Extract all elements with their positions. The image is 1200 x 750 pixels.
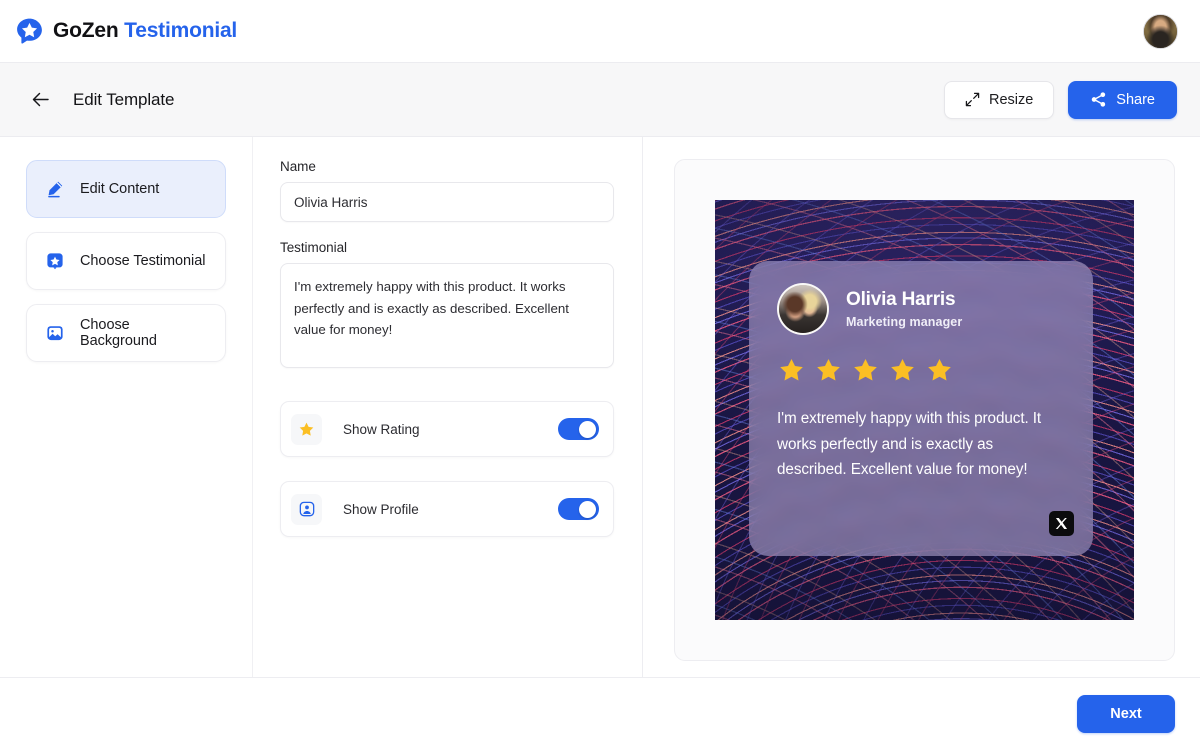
speech-bubble-star-icon	[15, 17, 44, 46]
brand-name-primary: GoZen	[53, 19, 119, 42]
footer-bar: Next	[0, 678, 1200, 750]
arrow-left-icon	[32, 92, 49, 107]
profile-card-icon	[291, 493, 322, 525]
main-content: Edit Content Choose Testimonial Choose B…	[0, 137, 1200, 678]
page-header-actions: Resize Share	[943, 80, 1177, 119]
star-icon	[780, 358, 803, 381]
sidebar-item-label: Choose Testimonial	[80, 253, 206, 269]
editor-sidebar: Edit Content Choose Testimonial Choose B…	[0, 137, 253, 677]
star-icon	[891, 358, 914, 381]
testimonial-author-avatar	[777, 283, 829, 335]
show-profile-row[interactable]: Show Profile	[280, 481, 614, 537]
brand-logo[interactable]: GoZen Testimonial	[15, 17, 237, 46]
page-title: Edit Template	[73, 89, 175, 109]
top-bar: GoZen Testimonial	[0, 0, 1200, 63]
testimonial-textarea[interactable]	[280, 263, 614, 368]
name-field-label: Name	[280, 159, 316, 174]
testimonial-author: Olivia Harris Marketing manager	[777, 283, 1069, 335]
show-profile-toggle[interactable]	[558, 498, 599, 520]
testimonial-quote-card: Olivia Harris Marketing manager I'm extr…	[749, 261, 1093, 556]
share-nodes-icon	[1092, 92, 1106, 107]
testimonial-author-role: Marketing manager	[846, 315, 963, 330]
badge-star-icon	[44, 250, 66, 272]
star-icon	[854, 358, 877, 381]
sidebar-item-choose-background[interactable]: Choose Background	[26, 304, 226, 362]
star-icon	[817, 358, 840, 381]
star-icon	[291, 413, 322, 445]
testimonial-author-name: Olivia Harris	[846, 288, 956, 310]
avatar-image	[1144, 14, 1177, 48]
sidebar-item-edit-content[interactable]: Edit Content	[26, 160, 226, 218]
brand-name: GoZen Testimonial	[53, 19, 237, 43]
x-twitter-icon	[1049, 511, 1074, 536]
show-profile-label: Show Profile	[343, 501, 419, 517]
share-button[interactable]: Share	[1068, 80, 1177, 119]
show-rating-toggle[interactable]	[558, 418, 599, 440]
testimonial-field-label: Testimonial	[280, 240, 347, 255]
user-avatar[interactable]	[1143, 13, 1178, 49]
avatar-image	[779, 285, 827, 333]
testimonial-canvas[interactable]: Olivia Harris Marketing manager I'm extr…	[715, 200, 1134, 620]
page-header-left: Edit Template	[26, 86, 174, 114]
next-button[interactable]: Next	[1077, 695, 1175, 733]
rating-stars	[778, 357, 1069, 384]
show-rating-row[interactable]: Show Rating	[280, 401, 614, 457]
resize-button-label: Resize	[988, 91, 1034, 108]
pencil-edit-icon	[44, 178, 66, 200]
sidebar-item-label: Edit Content	[80, 181, 160, 197]
image-picture-icon	[44, 322, 66, 344]
show-rating-label: Show Rating	[343, 421, 420, 437]
resize-button[interactable]: Resize	[943, 80, 1055, 119]
preview-column: Olivia Harris Marketing manager I'm extr…	[643, 137, 1200, 677]
name-input[interactable]	[280, 182, 614, 222]
toggle-knob	[579, 420, 596, 438]
sidebar-item-choose-testimonial[interactable]: Choose Testimonial	[26, 232, 226, 290]
toggle-knob	[579, 500, 596, 518]
page-header-bar: Edit Template Resize Share	[0, 63, 1200, 137]
brand-name-secondary: Testimonial	[124, 19, 238, 42]
expand-diagonal-icon	[965, 92, 980, 107]
testimonial-quote-text: I'm extremely happy with this product. I…	[777, 410, 1042, 479]
sidebar-item-label: Choose Background	[80, 317, 157, 349]
preview-panel: Olivia Harris Marketing manager I'm extr…	[674, 159, 1175, 661]
share-button-label: Share	[1116, 91, 1155, 108]
testimonial-author-text: Olivia Harris Marketing manager	[846, 289, 962, 330]
edit-content-form: Name Testimonial Show Rating	[253, 137, 643, 677]
star-icon	[928, 358, 951, 381]
app-root: GoZen Testimonial Edit Template Resize S…	[0, 0, 1200, 750]
back-button[interactable]	[26, 86, 54, 114]
